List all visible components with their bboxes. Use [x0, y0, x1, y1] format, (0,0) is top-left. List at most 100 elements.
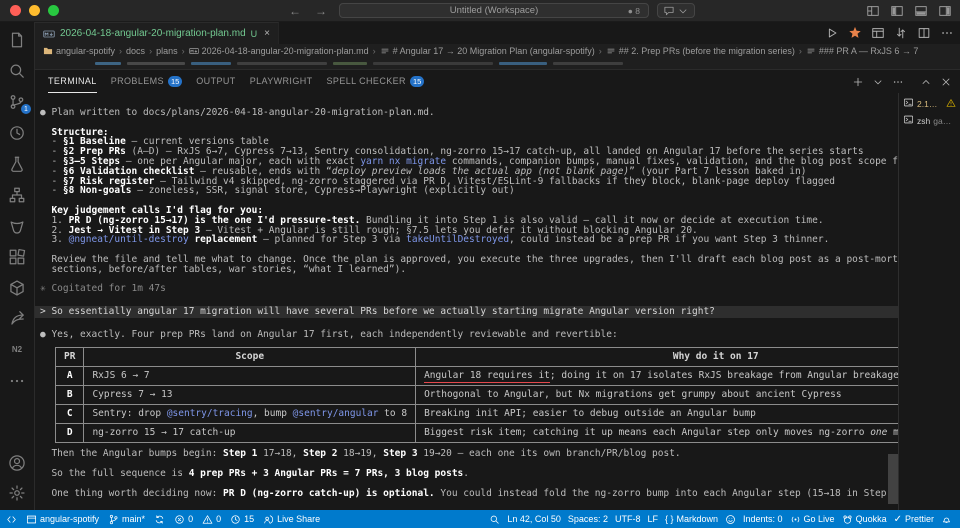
status-label: Quokka: [856, 514, 887, 524]
status-indents[interactable]: Indents: 0: [743, 514, 783, 524]
status-git-branch[interactable]: main*: [108, 514, 145, 525]
toggle-secondary-sidebar-icon[interactable]: [938, 4, 952, 18]
breadcrumb-separator: ›: [182, 46, 185, 56]
table-cell-why: Orthogonal to Angular, but Nx migrations…: [416, 386, 898, 405]
nav-back-button[interactable]: ←: [289, 4, 301, 18]
terminal-session[interactable]: zshga…: [901, 112, 958, 129]
panel-tab-playwright[interactable]: PLAYWRIGHT: [250, 70, 313, 93]
activity-item-explorer[interactable]: [8, 31, 26, 49]
extensions-icon: [8, 248, 26, 266]
activity-item-share[interactable]: [8, 310, 26, 328]
terminal-line: [40, 294, 898, 304]
editor-clipped-line: [35, 58, 960, 70]
status-cursor-position[interactable]: Ln 42, Col 50: [507, 514, 561, 524]
activity-item-playwright[interactable]: [8, 217, 26, 235]
status-go-live[interactable]: Go Live: [790, 514, 835, 525]
breadcrumb-label: 2026-04-18-angular-20-migration-plan.md: [202, 46, 369, 56]
maximize-panel-icon[interactable]: [920, 76, 932, 88]
run-icon[interactable]: [825, 26, 839, 40]
table-header-row: PRScopeWhy do it on 17: [56, 348, 899, 367]
status-prettier[interactable]: ✓Prettier: [894, 514, 934, 525]
user-prompt-line: > So essentially angular 17 migration wi…: [35, 306, 898, 318]
status-warnings[interactable]: 0: [202, 514, 221, 525]
status-errors[interactable]: 0: [174, 514, 193, 525]
split-editor-icon[interactable]: [917, 26, 931, 40]
more-actions-icon[interactable]: [940, 26, 954, 40]
remote-icon: [6, 514, 17, 525]
tab-close-icon[interactable]: ×: [264, 28, 270, 39]
layout-controls: [866, 4, 952, 18]
activity-item-testing[interactable]: [8, 155, 26, 173]
table-cell-scope: Sentry: drop @sentry/tracing, bump @sent…: [84, 405, 416, 424]
status-screencast-zoom[interactable]: [489, 514, 500, 525]
breadcrumb-item[interactable]: ### PR A — RxJS 6 → 7: [806, 46, 919, 56]
activity-item-more[interactable]: [8, 372, 26, 390]
breadcrumb-item[interactable]: ## 2. Prep PRs (before the migration ser…: [606, 46, 795, 56]
status-spell-info[interactable]: 15: [230, 514, 254, 525]
activity-item-extensions[interactable]: [8, 248, 26, 266]
customize-layout-icon[interactable]: [866, 4, 880, 18]
close-window-button[interactable]: [10, 5, 21, 16]
nx-console-icon: N2: [8, 341, 26, 359]
terminal-session[interactable]: 2.1…: [901, 95, 958, 112]
new-terminal-icon[interactable]: [852, 76, 864, 88]
breadcrumb-label: angular-spotify: [56, 46, 115, 56]
status-live-share[interactable]: Live Share: [263, 514, 320, 525]
panel-tab-terminal[interactable]: TERMINAL: [48, 70, 97, 93]
activity-item-search[interactable]: [8, 62, 26, 80]
table-cell-pr: D: [56, 424, 84, 443]
command-center[interactable]: Untitled (Workspace) ● 8: [339, 3, 649, 18]
table-row: CSentry: drop @sentry/tracing, bump @sen…: [56, 405, 899, 424]
status-notifications[interactable]: [941, 514, 952, 525]
title-bar: ← → Untitled (Workspace) ● 8: [0, 0, 960, 22]
activity-item-accounts[interactable]: [8, 454, 26, 472]
more-icon[interactable]: [892, 76, 904, 88]
table-row: BCypress 7 → 13Orthogonal to Angular, bu…: [56, 386, 899, 405]
status-language-mode[interactable]: { }Markdown: [665, 514, 718, 524]
status-remote-indicator[interactable]: [6, 514, 17, 525]
activity-item-docker[interactable]: [8, 279, 26, 297]
zoom-window-button[interactable]: [48, 5, 59, 16]
activity-item-run-debug[interactable]: [8, 124, 26, 142]
status-eol[interactable]: LF: [647, 514, 658, 524]
preview-icon[interactable]: [871, 26, 885, 40]
panel-tab-output[interactable]: OUTPUT: [196, 70, 235, 93]
compare-icon[interactable]: [894, 26, 908, 40]
playwright-icon: [8, 217, 26, 235]
status-sync[interactable]: [154, 514, 165, 525]
breadcrumb-item[interactable]: 2026-04-18-angular-20-migration-plan.md: [189, 46, 369, 56]
activity-item-hierarchy[interactable]: [8, 186, 26, 204]
nav-forward-button[interactable]: →: [315, 4, 327, 18]
terminal-output[interactable]: ● Plan written to docs/plans/2026-04-18-…: [35, 93, 898, 510]
terminal-dropdown-icon[interactable]: [872, 76, 884, 88]
activity-item-nx-console[interactable]: N2: [8, 341, 26, 359]
chat-menu-button[interactable]: [657, 3, 695, 18]
debug-star-icon[interactable]: [848, 26, 862, 40]
terminal-line: ✳ Cogitated for 1m 47s: [40, 284, 898, 294]
panel-tab-spell-checker[interactable]: SPELL CHECKER15: [327, 70, 425, 93]
minimize-window-button[interactable]: [29, 5, 40, 16]
breadcrumb-item[interactable]: docs: [126, 46, 145, 56]
docker-icon: [8, 279, 26, 297]
more-icon: [8, 372, 26, 390]
breadcrumb-separator: ›: [373, 46, 376, 56]
status-workspace[interactable]: angular-spotify: [26, 514, 99, 525]
breadcrumb-item[interactable]: angular-spotify: [43, 46, 115, 56]
terminal-scrollbar[interactable]: [888, 454, 898, 504]
liveshare-icon: [263, 514, 274, 525]
editor-tab[interactable]: 2026-04-18-angular-20-migration-plan.md …: [35, 22, 279, 44]
activity-item-source-control[interactable]: 1: [8, 93, 26, 111]
activity-item-settings[interactable]: [8, 484, 26, 502]
breadcrumb-item[interactable]: # Angular 17 → 20 Migration Plan (angula…: [380, 46, 595, 56]
status-encoding[interactable]: UTF-8: [615, 514, 641, 524]
panel-tab-problems[interactable]: PROBLEMS15: [111, 70, 183, 93]
toggle-panel-icon[interactable]: [914, 4, 928, 18]
close-panel-icon[interactable]: [940, 76, 952, 88]
terminal-icon: [903, 97, 914, 110]
status-quokka[interactable]: Quokka: [842, 514, 887, 525]
breadcrumb-item[interactable]: plans: [156, 46, 178, 56]
status-indentation[interactable]: Spaces: 2: [568, 514, 608, 524]
status-feedback-smiley[interactable]: [725, 514, 736, 525]
breadcrumb-separator: ›: [799, 46, 802, 56]
toggle-sidebar-icon[interactable]: [890, 4, 904, 18]
